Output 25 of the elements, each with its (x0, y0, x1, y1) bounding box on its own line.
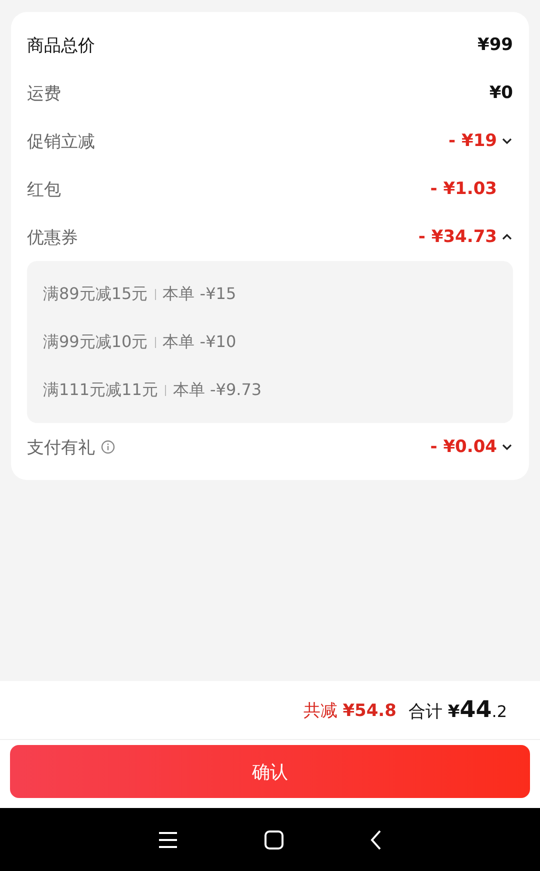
coupon-rule: 满89元减15元 (43, 284, 148, 304)
row-label: 运费 (27, 82, 61, 104)
row-amount: - ¥1.03 (430, 179, 497, 199)
row-amount: - ¥0.04 (430, 437, 497, 457)
row-label: 优惠券 (27, 226, 78, 248)
home-icon[interactable] (264, 830, 284, 850)
coupon-saving: 本单 -¥10 (162, 332, 236, 352)
total-discount: 共减 ¥54.8 (303, 700, 396, 722)
info-icon[interactable] (101, 440, 115, 454)
row-amount: - ¥34.73 (418, 227, 497, 247)
row-amount: - ¥19 (448, 131, 497, 151)
row-amount: ¥99 (478, 35, 513, 55)
menu-icon[interactable] (158, 830, 178, 848)
back-icon[interactable] (370, 830, 382, 850)
row-label: 商品总价 (27, 34, 95, 56)
row-label: 红包 (27, 178, 61, 200)
row-amount: ¥0 (489, 83, 513, 103)
row-label: 促销立减 (27, 130, 95, 152)
confirm-button[interactable]: 确认 (10, 745, 530, 798)
coupon-saving: 本单 -¥15 (162, 284, 236, 304)
coupon-rule: 满111元减11元 (43, 380, 158, 400)
row-label: 支付有礼 (27, 436, 95, 458)
coupon-saving: 本单 -¥9.73 (172, 380, 262, 400)
total-amount: 合计 ¥44.2 (408, 697, 507, 723)
coupon-rule: 满99元减10元 (43, 332, 148, 352)
